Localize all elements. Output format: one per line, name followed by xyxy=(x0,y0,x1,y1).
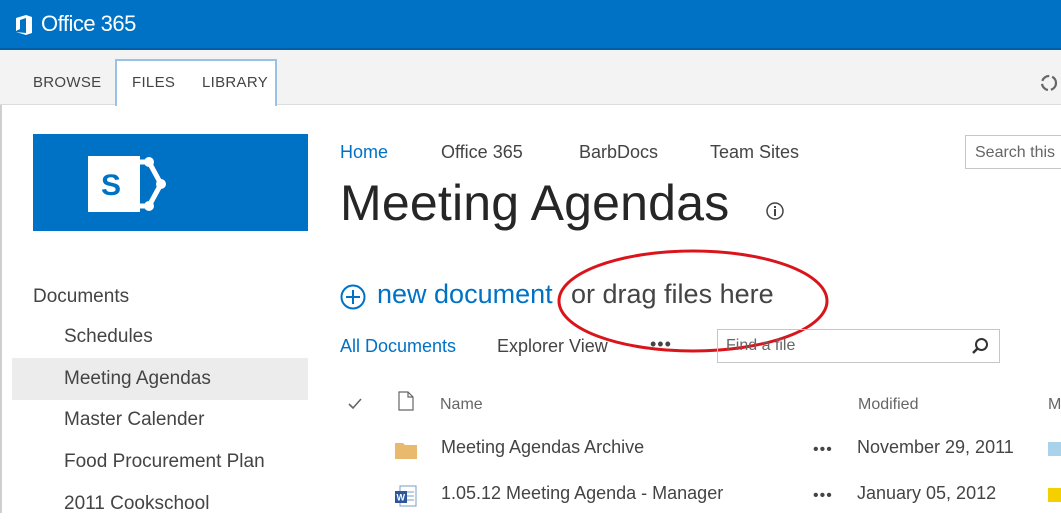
find-file-input[interactable]: Find a file xyxy=(717,329,1000,363)
tab-library[interactable]: LIBRARY xyxy=(202,74,268,91)
add-circle-icon[interactable] xyxy=(340,284,366,310)
checkmark-icon[interactable] xyxy=(347,397,363,411)
column-header-modified-by[interactable]: M xyxy=(1048,396,1061,414)
row-modified: January 05, 2012 xyxy=(857,483,997,503)
row-presence-swatch xyxy=(1048,488,1061,502)
find-file-placeholder: Find a file xyxy=(726,337,796,354)
row-name-link[interactable]: 1.05.12 Meeting Agenda - Manager xyxy=(441,483,723,504)
sharepoint-logo[interactable]: S xyxy=(33,134,308,231)
row-presence-swatch xyxy=(1048,442,1061,456)
nav-heading-documents[interactable]: Documents xyxy=(33,286,129,308)
nav-item-2011-cookschool[interactable]: 2011 Cookschool xyxy=(12,483,308,525)
nav-item-schedules[interactable]: Schedules xyxy=(12,316,308,358)
topnav-office365[interactable]: Office 365 xyxy=(441,142,523,163)
topnav-home[interactable]: Home xyxy=(340,142,388,163)
column-header-name[interactable]: Name xyxy=(440,396,483,414)
row-modified: November 29, 2011 xyxy=(857,437,1014,457)
sharepoint-icon: S xyxy=(88,156,166,212)
page-title: Meeting Agendas xyxy=(340,175,730,231)
ribbon-tab-bar: BROWSE FILES LIBRARY xyxy=(0,50,1061,106)
office-logo-icon[interactable] xyxy=(14,14,34,36)
word-doc-icon: W xyxy=(395,485,417,507)
new-document-link[interactable]: new document xyxy=(377,279,553,310)
sync-icon[interactable] xyxy=(1038,72,1060,94)
row-menu-button[interactable]: ••• xyxy=(813,441,833,459)
office365-suite-bar: Office 365 xyxy=(0,0,1061,50)
nav-item-master-calender[interactable]: Master Calender xyxy=(12,399,308,441)
info-icon[interactable] xyxy=(765,201,785,221)
nav-item-food-procurement-plan[interactable]: Food Procurement Plan xyxy=(12,441,308,483)
search-icon[interactable] xyxy=(971,337,989,355)
column-header-modified[interactable]: Modified xyxy=(858,396,918,414)
tab-browse[interactable]: BROWSE xyxy=(33,74,101,91)
document-type-icon xyxy=(398,391,414,411)
more-views-button[interactable]: ••• xyxy=(650,334,672,355)
topnav-barbdocs[interactable]: BarbDocs xyxy=(579,142,658,163)
view-explorer[interactable]: Explorer View xyxy=(497,336,608,357)
tab-files[interactable]: FILES xyxy=(132,74,175,91)
svg-text:W: W xyxy=(397,493,406,503)
row-menu-button[interactable]: ••• xyxy=(813,487,833,505)
topnav-team-sites[interactable]: Team Sites xyxy=(710,142,799,163)
suite-title[interactable]: Office 365 xyxy=(41,11,136,37)
view-all-documents[interactable]: All Documents xyxy=(340,336,456,357)
nav-item-meeting-agendas[interactable]: Meeting Agendas xyxy=(12,358,308,400)
row-name-link[interactable]: Meeting Agendas Archive xyxy=(441,437,644,458)
site-search-input[interactable]: Search this xyxy=(965,135,1061,169)
folder-icon xyxy=(395,443,417,459)
